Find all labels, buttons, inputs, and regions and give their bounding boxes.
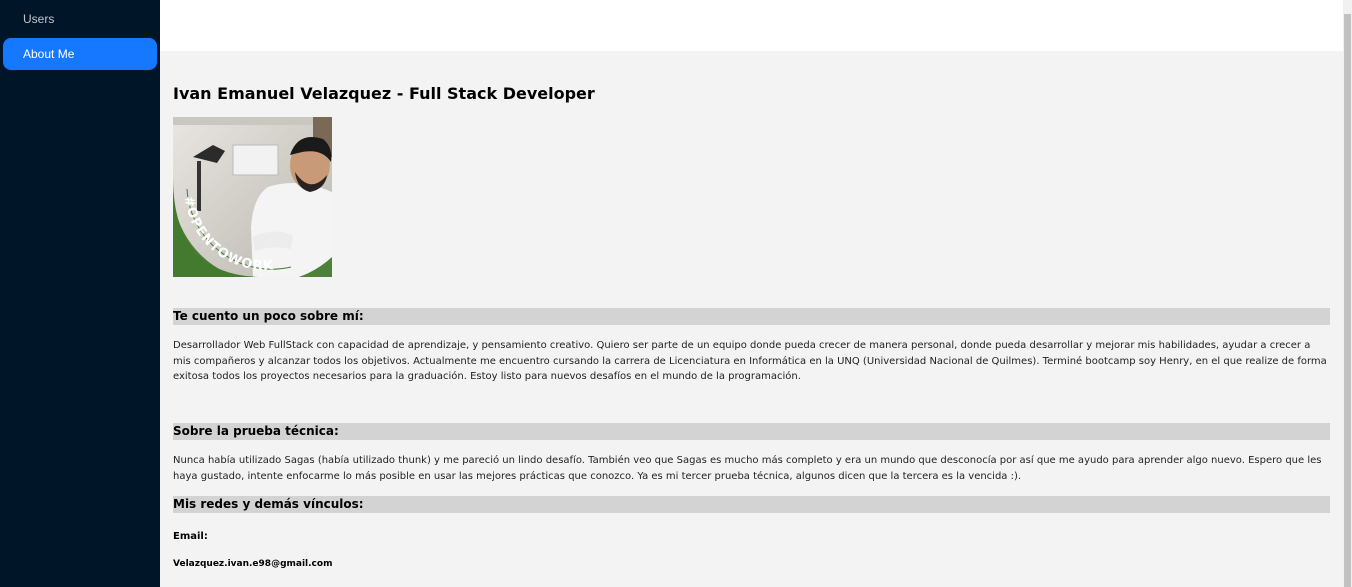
section-heading-about: Te cuento un poco sobre mí:: [173, 308, 1330, 325]
section-heading-technical-test: Sobre la prueba técnica:: [173, 423, 1330, 440]
header: [160, 0, 1343, 51]
sidebar-item-about-me[interactable]: About Me: [3, 38, 157, 70]
scrollbar-thumb[interactable]: [1344, 14, 1351, 587]
sidebar: Users About Me: [0, 0, 160, 587]
email-label: Email:: [173, 531, 208, 542]
technical-test-paragraph: Nunca había utilizado Sagas (había utili…: [173, 455, 1322, 482]
about-paragraph: Desarrollador Web FullStack con capacida…: [173, 340, 1327, 382]
profile-photo-image: #OPENTOWORK: [173, 117, 332, 277]
page-title: Ivan Emanuel Velazquez - Full Stack Deve…: [173, 84, 595, 103]
scrollbar[interactable]: [1343, 0, 1352, 587]
profile-photo: #OPENTOWORK: [173, 117, 332, 277]
email-value[interactable]: Velazquez.ivan.e98@gmail.com: [173, 559, 332, 569]
section-heading-links: Mis redes y demás vínculos:: [173, 496, 1330, 513]
sidebar-item-users[interactable]: Users: [3, 3, 157, 35]
